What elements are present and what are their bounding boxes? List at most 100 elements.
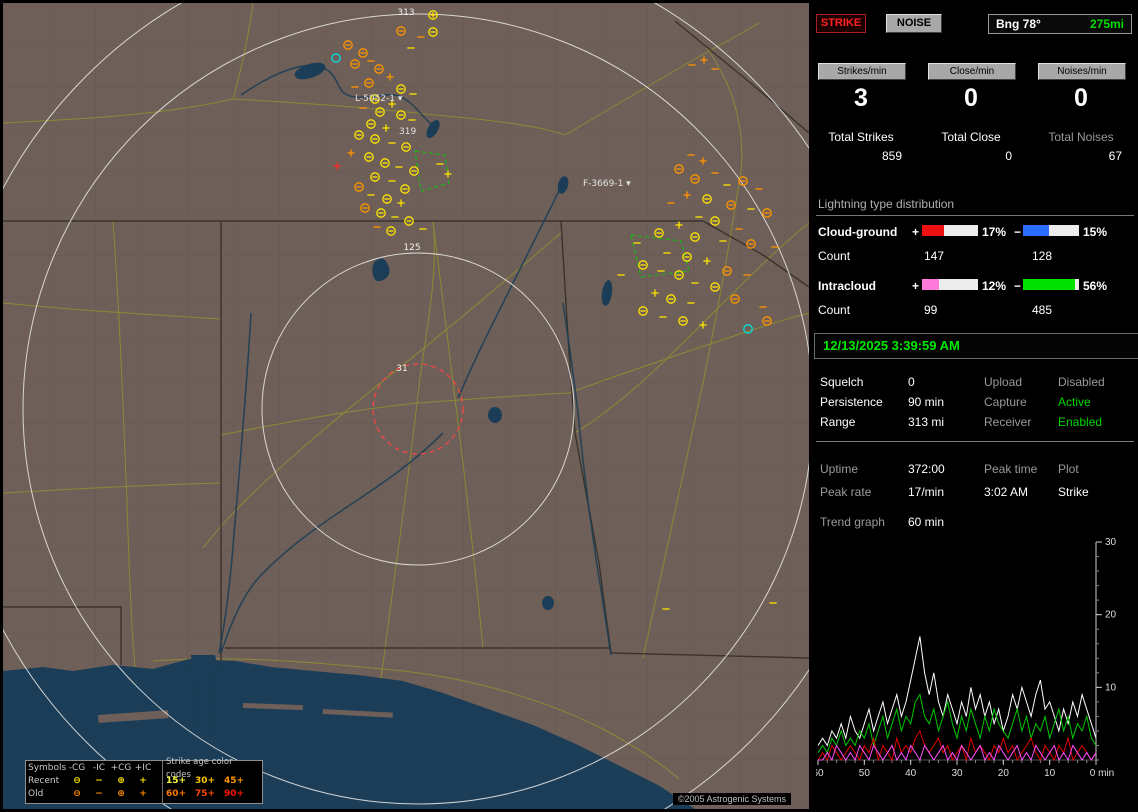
y-tick-label: 10 xyxy=(1105,682,1117,693)
range-value: 313 mi xyxy=(908,415,945,429)
ic-minus-count: 485 xyxy=(1032,303,1053,317)
peak-time-label: Peak time xyxy=(984,462,1038,476)
ic-minus-bar xyxy=(1023,279,1079,290)
cg-plus-bar xyxy=(922,225,978,236)
status-row: Persistence 90 min Capture Active xyxy=(812,394,1138,410)
close-per-min-button[interactable]: Close/min xyxy=(928,63,1016,80)
age-75: 75+ xyxy=(195,789,216,799)
capture-value: Active xyxy=(1058,395,1091,409)
map-legend: Symbols -CG -IC +CG +IC Recent ⊖ − ⊕ + O… xyxy=(25,757,263,804)
status-row: Range 313 mi Receiver Enabled xyxy=(812,414,1138,430)
intracloud-row: Intracloud + 12% − 56% xyxy=(812,278,1138,294)
old-ic-pos-icon: + xyxy=(139,789,147,799)
plot-value: Strike xyxy=(1058,485,1089,499)
upload-value: Disabled xyxy=(1058,375,1105,389)
stats-row: Uptime 372:00 Peak time Plot xyxy=(812,461,1138,477)
total-close-value: 0 xyxy=(1005,149,1012,163)
bearing-range-value: 275mi xyxy=(1089,17,1124,31)
x-tick-label: 60 xyxy=(816,768,824,779)
minus-sign: − xyxy=(1014,279,1022,293)
legend-col-cg-neg: -CG xyxy=(68,763,86,773)
legend-symbols-table: Symbols -CG -IC +CG +IC Recent ⊖ − ⊕ + O… xyxy=(26,761,163,803)
cg-minus-bar xyxy=(1023,225,1079,236)
range-ring-label: 313 xyxy=(397,8,414,18)
close-per-min-value: 0 xyxy=(964,84,978,112)
peak-time-value: 3:02 AM xyxy=(984,485,1029,499)
cg-plus-pct: 17% xyxy=(982,225,1007,239)
range-ring-label: 31 xyxy=(396,364,407,374)
noises-per-min-value: 0 xyxy=(1074,84,1088,112)
legend-row-recent: Recent xyxy=(28,776,60,786)
persistence-label: Persistence xyxy=(820,395,883,409)
legend-col-cg-pos: +CG xyxy=(110,763,132,773)
cg-plus-count: 147 xyxy=(924,249,945,263)
control-panel: STRIKE NOISE Bng 78° 275mi Strikes/min C… xyxy=(812,0,1138,812)
y-tick-label: 20 xyxy=(1105,610,1117,621)
noises-per-min-button[interactable]: Noises/min xyxy=(1038,63,1126,80)
recent-ic-pos-icon: + xyxy=(139,776,147,786)
persistence-value: 90 min xyxy=(908,395,945,409)
bearing-display[interactable]: Bng 78° 275mi xyxy=(988,14,1132,34)
ic-minus-pct: 56% xyxy=(1083,279,1108,293)
app-window: 313 125 31 L-5052-1 ▾ 319 F-3669-1 ▾ Symbols … xyxy=(0,0,1138,812)
total-strikes-label: Total Strikes xyxy=(828,130,894,144)
distribution-title: Lightning type distribution xyxy=(818,197,955,211)
age-90: 90+ xyxy=(224,789,245,799)
total-noises-value: 67 xyxy=(1108,149,1122,163)
age-15: 15+ xyxy=(166,776,187,786)
intracloud-count-row: Count 99 485 xyxy=(812,302,1138,318)
age-30: 30+ xyxy=(195,776,216,786)
age-60: 60+ xyxy=(166,789,187,799)
old-cg-neg-icon: ⊖ xyxy=(73,789,81,799)
uptime-value: 372:00 xyxy=(908,462,945,476)
trend-graph: 30 20 10 60 50 40 30 20 10 0 min xyxy=(816,537,1117,779)
ic-plus-pct: 12% xyxy=(982,279,1007,293)
age-45: 45+ xyxy=(224,776,245,786)
squelch-label: Squelch xyxy=(820,375,864,389)
legend-symbols-title: Symbols xyxy=(28,763,67,773)
ic-plus-count: 99 xyxy=(924,303,938,317)
squelch-value: 0 xyxy=(908,375,915,389)
trend-header-row: Trend graph 60 min xyxy=(812,514,1138,530)
x-tick-label: 0 min xyxy=(1090,768,1114,779)
datetime-display: 12/13/2025 3:39:59 AM xyxy=(814,333,1138,359)
intracloud-label: Intracloud xyxy=(818,279,877,293)
divider xyxy=(816,441,1134,442)
legend-age-codes: Strike age color codes 15+ 30+ 45+ 60+ 7… xyxy=(163,757,262,803)
status-row: Squelch 0 Upload Disabled xyxy=(812,374,1138,390)
copyright-text: ©2005 Astrogenic Systems xyxy=(672,793,791,805)
strikes-per-min-button[interactable]: Strikes/min xyxy=(818,63,906,80)
strike-mode-button[interactable]: STRIKE xyxy=(816,14,866,33)
recent-ic-neg-icon: − xyxy=(95,776,103,786)
uptime-label: Uptime xyxy=(820,462,859,476)
plus-sign: + xyxy=(912,279,920,293)
count-label: Count xyxy=(818,249,851,263)
recent-cg-neg-icon: ⊖ xyxy=(73,776,81,786)
legend-col-ic-neg: -IC xyxy=(92,763,106,773)
x-tick-label: 30 xyxy=(951,768,963,779)
cloud-ground-count-row: Count 147 128 xyxy=(812,248,1138,264)
x-tick-label: 40 xyxy=(905,768,917,779)
strikes-per-min-value: 3 xyxy=(854,84,868,112)
total-close-label: Total Close xyxy=(941,130,1001,144)
cloud-ground-row: Cloud-ground + 17% − 15% xyxy=(812,224,1138,240)
trend-graph-label: Trend graph xyxy=(820,515,885,529)
upload-label: Upload xyxy=(984,375,1023,389)
cloud-ground-label: Cloud-ground xyxy=(818,225,898,239)
plot-label: Plot xyxy=(1058,462,1079,476)
noise-mode-button[interactable]: NOISE xyxy=(886,14,942,33)
old-ic-neg-icon: − xyxy=(95,789,103,799)
trend-series-strike xyxy=(817,636,1097,747)
trend-window-value: 60 min xyxy=(908,515,945,529)
minus-sign: − xyxy=(1014,225,1022,239)
total-strikes-value: 859 xyxy=(881,149,902,163)
count-label: Count xyxy=(818,303,851,317)
recent-cg-pos-icon: ⊕ xyxy=(117,776,125,786)
lightning-map[interactable]: 313 125 31 L-5052-1 ▾ 319 F-3669-1 ▾ Symbols … xyxy=(3,3,809,809)
legend-col-ic-pos: +IC xyxy=(134,763,152,773)
receiver-label: Receiver xyxy=(984,415,1032,429)
bearing-value: Bng 78° xyxy=(996,17,1041,31)
plus-sign: + xyxy=(912,225,920,239)
x-tick-label: 50 xyxy=(859,768,871,779)
map-svg: 313 125 31 L-5052-1 ▾ 319 F-3669-1 ▾ xyxy=(3,3,809,809)
